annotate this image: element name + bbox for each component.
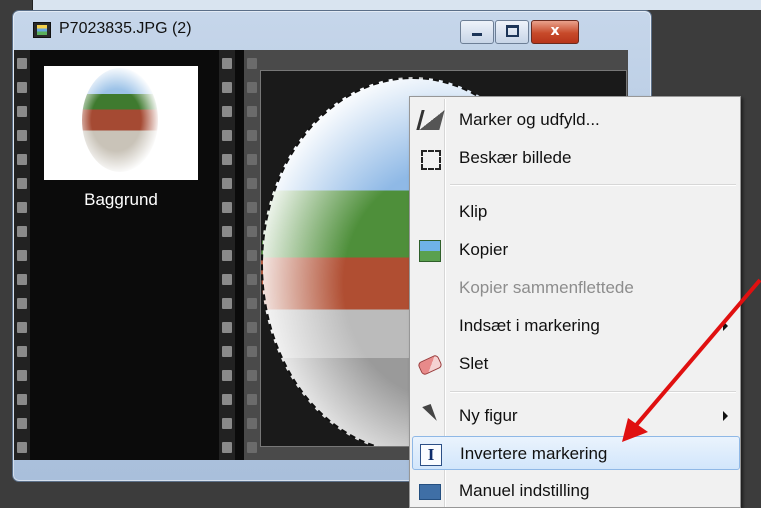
menu-item-kopier[interactable]: Kopier bbox=[412, 233, 738, 267]
film-sprocket-hole bbox=[247, 58, 257, 69]
menu-item-label: Manuel indstilling bbox=[459, 481, 590, 500]
film-sprocket-hole bbox=[222, 250, 232, 261]
submenu-arrow-icon bbox=[723, 411, 728, 421]
film-sprocket-hole bbox=[17, 322, 27, 333]
film-sprocket-hole bbox=[247, 226, 257, 237]
film-strip-right bbox=[219, 50, 235, 460]
film-sprocket-hole bbox=[17, 58, 27, 69]
menu-item-label: Kopier sammenflettede bbox=[459, 278, 634, 297]
film-sprocket-hole bbox=[222, 130, 232, 141]
film-sprocket-hole bbox=[17, 274, 27, 285]
film-sprocket-hole bbox=[17, 202, 27, 213]
film-sprocket-hole bbox=[222, 178, 232, 189]
film-sprocket-hole bbox=[247, 178, 257, 189]
menu-item-beskaer-billede[interactable]: Beskær billede bbox=[412, 141, 738, 175]
film-sprocket-hole bbox=[247, 202, 257, 213]
menu-item-invertere-markering[interactable]: I Invertere markering bbox=[412, 436, 740, 470]
film-sprocket-hole bbox=[222, 226, 232, 237]
window-title: P7023835.JPG (2) bbox=[59, 20, 192, 37]
film-sprocket-hole bbox=[222, 370, 232, 381]
film-sprocket-hole bbox=[222, 322, 232, 333]
film-sprocket-hole bbox=[17, 394, 27, 405]
film-sprocket-hole bbox=[247, 154, 257, 165]
film-sprocket-hole bbox=[222, 274, 232, 285]
menu-item-label: Slet bbox=[459, 354, 489, 373]
minimize-icon bbox=[472, 32, 482, 36]
menu-item-ny-figur[interactable]: Ny figur bbox=[412, 399, 738, 433]
manual-settings-icon bbox=[419, 484, 441, 500]
menu-item-label: Invertere markering bbox=[460, 444, 608, 463]
film-sprocket-hole bbox=[247, 370, 257, 381]
copy-image-icon bbox=[419, 240, 441, 262]
film-sprocket-hole bbox=[247, 106, 257, 117]
menu-item-slet[interactable]: Slet bbox=[412, 347, 738, 381]
crop-icon bbox=[421, 150, 441, 170]
menu-item-kopier-sammenflettede[interactable]: Kopier sammenflettede bbox=[412, 271, 738, 305]
eraser-icon bbox=[417, 354, 443, 376]
film-sprocket-hole bbox=[222, 418, 232, 429]
film-sprocket-hole bbox=[222, 154, 232, 165]
film-sprocket-hole bbox=[222, 346, 232, 357]
menu-item-label: Ny figur bbox=[459, 406, 518, 425]
menu-item-label: Kopier bbox=[459, 240, 509, 259]
layer-thumbnail-image bbox=[82, 68, 158, 172]
submenu-arrow-icon bbox=[723, 321, 728, 331]
film-sprocket-hole bbox=[17, 226, 27, 237]
layers-panel: Baggrund bbox=[14, 50, 244, 460]
menu-item-label: Marker og udfyld... bbox=[459, 110, 600, 129]
menu-item-marker-og-udfyld[interactable]: Marker og udfyld... bbox=[412, 103, 738, 137]
film-sprocket-hole bbox=[222, 298, 232, 309]
film-sprocket-hole bbox=[17, 250, 27, 261]
film-sprocket-hole bbox=[247, 82, 257, 93]
film-sprocket-hole bbox=[222, 394, 232, 405]
invert-selection-icon: I bbox=[420, 444, 442, 466]
fill-bucket-icon bbox=[416, 110, 445, 130]
menu-separator bbox=[450, 184, 736, 185]
film-sprocket-hole bbox=[247, 274, 257, 285]
menu-separator bbox=[450, 391, 736, 392]
film-sprocket-hole bbox=[17, 82, 27, 93]
layer-name[interactable]: Baggrund bbox=[44, 190, 198, 210]
film-sprocket-hole bbox=[17, 346, 27, 357]
film-sprocket-hole bbox=[222, 442, 232, 453]
film-sprocket-hole bbox=[17, 154, 27, 165]
context-menu: Marker og udfyld... Beskær billede Klip … bbox=[409, 96, 741, 508]
film-sprocket-hole bbox=[247, 394, 257, 405]
menu-item-indsaet-i-markering[interactable]: Indsæt i markering bbox=[412, 309, 738, 343]
film-sprocket-hole bbox=[17, 178, 27, 189]
image-file-icon bbox=[33, 22, 51, 38]
minimize-button[interactable] bbox=[460, 20, 494, 44]
menu-item-klip[interactable]: Klip bbox=[412, 195, 738, 229]
film-sprocket-hole bbox=[17, 442, 27, 453]
film-sprocket-hole bbox=[17, 106, 27, 117]
close-button[interactable]: x bbox=[531, 20, 579, 44]
film-strip-left bbox=[14, 50, 30, 460]
maximize-icon bbox=[505, 25, 519, 37]
film-sprocket-hole bbox=[247, 418, 257, 429]
pointer-icon bbox=[422, 404, 437, 424]
film-sprocket-hole bbox=[222, 82, 232, 93]
film-sprocket-hole bbox=[17, 130, 27, 141]
menu-item-label: Klip bbox=[459, 202, 488, 221]
film-sprocket-hole bbox=[222, 106, 232, 117]
film-sprocket-hole bbox=[247, 250, 257, 261]
film-sprocket-hole bbox=[17, 418, 27, 429]
background-window-edge bbox=[32, 0, 761, 10]
film-sprocket-hole bbox=[17, 298, 27, 309]
film-sprocket-hole bbox=[247, 346, 257, 357]
menu-item-label: Indsæt i markering bbox=[459, 316, 600, 335]
film-sprocket-hole bbox=[247, 322, 257, 333]
film-sprocket-hole bbox=[247, 130, 257, 141]
film-sprocket-hole bbox=[222, 202, 232, 213]
maximize-button[interactable] bbox=[495, 20, 529, 44]
title-bar[interactable]: P7023835.JPG (2) x bbox=[13, 11, 651, 45]
film-sprocket-hole bbox=[222, 58, 232, 69]
film-sprocket-hole bbox=[247, 442, 257, 453]
layer-thumbnail[interactable] bbox=[44, 66, 198, 180]
film-sprocket-hole bbox=[17, 370, 27, 381]
film-sprocket-hole bbox=[247, 298, 257, 309]
menu-item-manuel-indstilling[interactable]: Manuel indstilling bbox=[412, 474, 738, 508]
menu-item-label: Beskær billede bbox=[459, 148, 572, 167]
